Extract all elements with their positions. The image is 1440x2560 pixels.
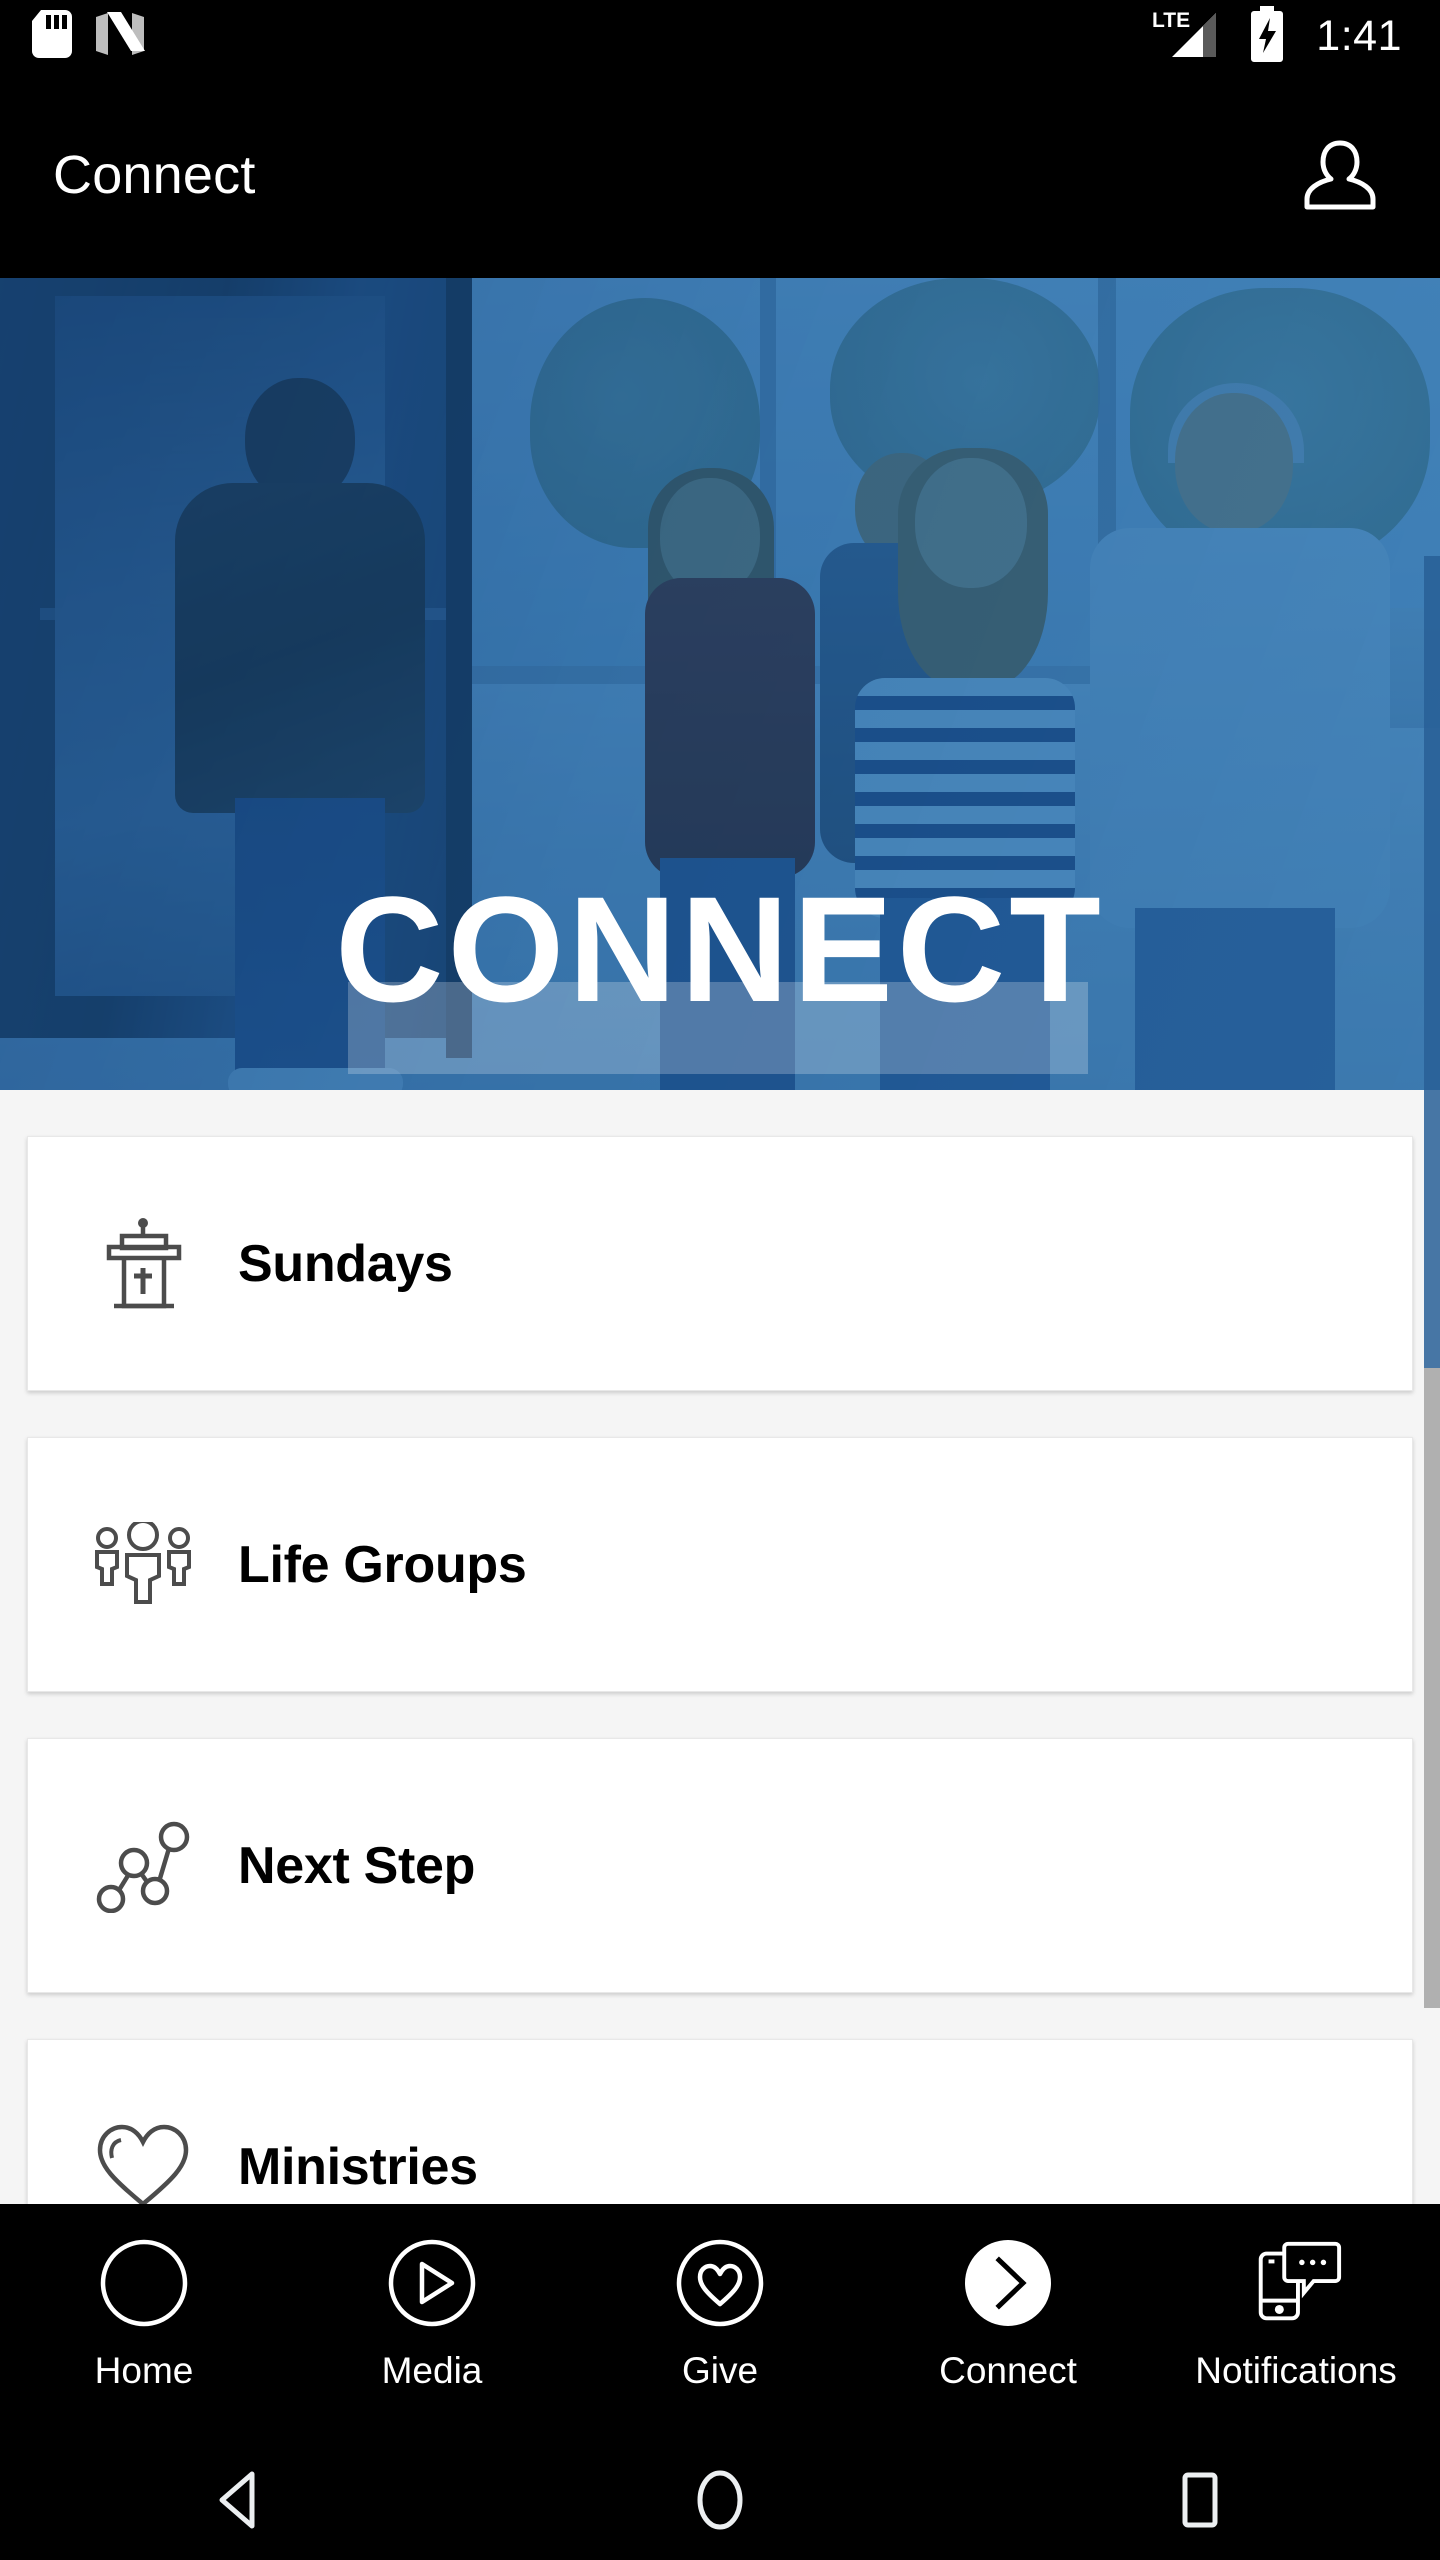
menu-card-ministries[interactable]: Ministries <box>27 2039 1413 2204</box>
heart-circle-icon <box>671 2234 769 2332</box>
scroll-content[interactable]: CONNECT Sundays Life Groups Next Step Mi… <box>0 278 1440 2204</box>
recents-square-icon <box>1174 2469 1226 2536</box>
menu-card-sundays[interactable]: Sundays <box>27 1136 1413 1391</box>
play-circle-icon <box>383 2234 481 2332</box>
android-nougat-icon <box>94 11 146 62</box>
chevron-right-circle-filled-icon <box>959 2234 1057 2332</box>
menu-card-label: Life Groups <box>238 1535 527 1594</box>
home-button[interactable] <box>480 2444 960 2560</box>
menu-card-label: Ministries <box>238 2137 478 2196</box>
svg-text:LTE: LTE <box>1152 9 1190 32</box>
lte-signal-icon: LTE <box>1150 7 1224 66</box>
tab-label: Media <box>381 2350 483 2391</box>
menu-card-next-step[interactable]: Next Step <box>27 1738 1413 1993</box>
tab-connect[interactable]: Connect <box>864 2204 1152 2444</box>
page-title: Connect <box>53 145 256 205</box>
node-path-icon <box>88 1811 198 1921</box>
circle-outline-icon <box>95 2234 193 2332</box>
tab-label: Give <box>681 2350 759 2391</box>
status-bar-left-icons <box>0 9 146 63</box>
tab-media[interactable]: Media <box>288 2204 576 2444</box>
bottom-tab-bar: Home Media Give Connect Notifications <box>0 2204 1440 2444</box>
sd-card-icon <box>32 9 72 63</box>
android-navigation-bar <box>0 2444 1440 2560</box>
menu-card-label: Sundays <box>238 1234 453 1293</box>
tab-home[interactable]: Home <box>0 2204 288 2444</box>
tab-give[interactable]: Give <box>576 2204 864 2444</box>
menu-card-list: Sundays Life Groups Next Step Ministries <box>0 1090 1440 2204</box>
tab-label: Connect <box>939 2350 1077 2391</box>
pulpit-icon <box>88 1209 198 1319</box>
tab-notifications[interactable]: Notifications <box>1152 2204 1440 2444</box>
phone-message-icon <box>1247 2234 1345 2332</box>
menu-card-life-groups[interactable]: Life Groups <box>27 1437 1413 1692</box>
home-circle-icon <box>692 2468 748 2537</box>
hero-banner[interactable]: CONNECT <box>0 278 1440 1090</box>
menu-card-label: Next Step <box>238 1836 476 1895</box>
recents-button[interactable] <box>960 2444 1440 2560</box>
profile-button[interactable] <box>1280 115 1400 235</box>
person-icon <box>1299 132 1381 219</box>
tab-label: Notifications <box>1195 2350 1397 2391</box>
back-triangle-icon <box>214 2470 266 2535</box>
app-bar: Connect <box>0 72 1440 278</box>
status-bar-clock: 1:41 <box>1316 11 1402 60</box>
status-bar: LTE 1:41 <box>0 0 1440 72</box>
battery-charging-icon <box>1248 5 1286 67</box>
heart-outline-icon <box>88 2112 198 2204</box>
status-bar-right-icons: LTE 1:41 <box>1150 5 1440 67</box>
tab-label: Home <box>94 2350 194 2391</box>
back-button[interactable] <box>0 2444 480 2560</box>
people-group-icon <box>88 1510 198 1620</box>
hero-title: CONNECT <box>335 865 1105 1033</box>
